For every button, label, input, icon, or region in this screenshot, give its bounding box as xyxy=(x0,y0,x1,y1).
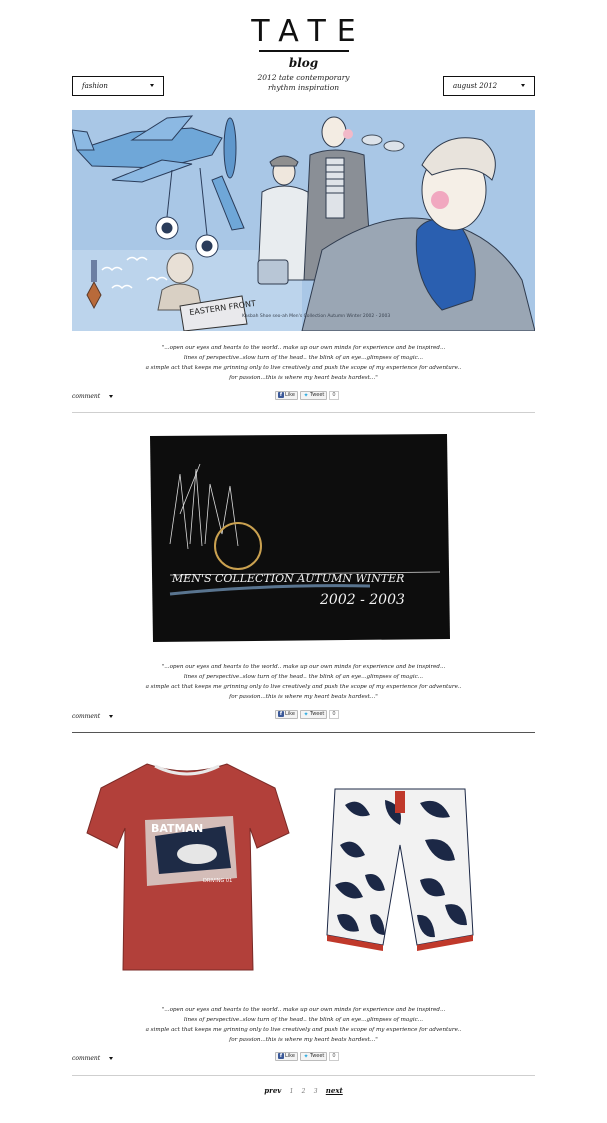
post-shorts-image[interactable] xyxy=(325,785,475,970)
post-2-comment-toggle[interactable]: comment xyxy=(72,713,114,720)
like-label: Like xyxy=(285,392,295,398)
post-1-share-bar: f Like ✦ Tweet 0 xyxy=(275,390,339,400)
facebook-like-button[interactable]: f Like xyxy=(275,1051,298,1061)
floral-shorts xyxy=(326,788,474,951)
facebook-like-button[interactable]: f Like xyxy=(275,709,298,719)
tweet-button[interactable]: ✦ Tweet xyxy=(299,390,328,400)
post-3-comment-toggle[interactable]: comment xyxy=(72,1055,114,1062)
archive-date-dropdown[interactable]: august 2012 xyxy=(443,76,535,96)
post-collection-card-image[interactable]: MEN'S COLLECTION AUTUMN WINTER 2002 - 20… xyxy=(150,434,450,642)
prev-page-link[interactable]: prev xyxy=(264,1086,281,1095)
quote-line-4: for passion...this is where my heart bea… xyxy=(229,694,378,700)
twitter-bird-icon: ✦ xyxy=(303,1052,309,1060)
page-link-2[interactable]: 2 xyxy=(302,1088,306,1095)
shorts-drawstring-tab xyxy=(395,791,405,813)
card-collection-text: MEN'S COLLECTION AUTUMN WINTER xyxy=(171,572,404,585)
post-2-quote: "...open our eyes and hearts to the worl… xyxy=(0,662,607,702)
comment-label: comment xyxy=(72,1055,101,1062)
quote-line-4: for passion...this is where my heart bea… xyxy=(229,375,378,381)
post-3-share-bar: f Like ✦ Tweet 0 xyxy=(275,1051,339,1061)
chevron-down-icon xyxy=(521,84,525,87)
chevron-down-icon xyxy=(109,395,114,398)
tweet-count: 0 xyxy=(329,390,339,400)
quote-line-1: "...open our eyes and hearts to the worl… xyxy=(161,664,446,670)
next-page-link[interactable]: next xyxy=(326,1086,343,1095)
page-link-1[interactable]: 1 xyxy=(290,1088,294,1095)
facebook-icon: f xyxy=(278,1053,284,1059)
tshirt-print-title: BATMAN xyxy=(151,822,203,835)
post-3-quote: "...open our eyes and hearts to the worl… xyxy=(0,1005,607,1045)
like-label: Like xyxy=(285,1053,295,1059)
facebook-like-button[interactable]: f Like xyxy=(275,390,298,400)
card-season-years: 2002 - 2003 xyxy=(319,592,405,608)
like-label: Like xyxy=(285,711,295,717)
logo-underline xyxy=(259,50,349,52)
tweet-count: 0 xyxy=(329,1051,339,1061)
chevron-down-icon xyxy=(109,715,114,718)
post-divider xyxy=(72,412,535,413)
site-logo[interactable]: TATE xyxy=(0,14,607,49)
post-illustration-image[interactable]: EASTERN FRONT Kasbah Shoe seo-ah Men's C… xyxy=(72,110,535,331)
facebook-icon: f xyxy=(278,392,284,398)
post-tshirt-image[interactable]: BATMAN DRIVING 01 xyxy=(85,758,290,978)
archive-date-value: august 2012 xyxy=(453,82,498,90)
quote-line-2: lines of perspective..slow turn of the h… xyxy=(183,674,424,680)
post-1-comment-toggle[interactable]: comment xyxy=(72,393,114,400)
tweet-label: Tweet xyxy=(309,392,325,398)
chevron-down-icon xyxy=(109,1057,114,1060)
page-link-3[interactable]: 3 xyxy=(314,1088,318,1095)
tweet-button[interactable]: ✦ Tweet xyxy=(299,1051,328,1061)
batman-tshirt: BATMAN DRIVING 01 xyxy=(86,763,290,971)
tweet-label: Tweet xyxy=(309,711,325,717)
post-divider xyxy=(72,1075,535,1076)
twitter-bird-icon: ✦ xyxy=(303,391,309,399)
blog-title[interactable]: blog xyxy=(0,56,607,70)
category-dropdown[interactable]: fashion xyxy=(72,76,164,96)
quote-line-4: for passion...this is where my heart bea… xyxy=(229,1037,378,1043)
quote-line-3: a simple act that keeps me grinning only… xyxy=(145,684,462,690)
batman-print: BATMAN DRIVING 01 xyxy=(145,816,237,886)
category-dropdown-value: fashion xyxy=(82,82,108,90)
quote-line-3: a simple act that keeps me grinning only… xyxy=(145,1027,462,1033)
tweet-button[interactable]: ✦ Tweet xyxy=(299,709,328,719)
pagination: prev 1 2 3 next xyxy=(0,1086,607,1095)
post-2-share-bar: f Like ✦ Tweet 0 xyxy=(275,709,339,719)
facebook-icon: f xyxy=(278,711,284,717)
quote-line-2: lines of perspective..slow turn of the h… xyxy=(183,1017,424,1023)
quote-line-1: "...open our eyes and hearts to the worl… xyxy=(161,345,446,351)
quote-line-1: "...open our eyes and hearts to the worl… xyxy=(161,1007,446,1013)
twitter-bird-icon: ✦ xyxy=(303,710,309,718)
fashion-illustration: EASTERN FRONT Kasbah Shoe seo-ah Men's C… xyxy=(72,110,535,331)
card-background xyxy=(150,434,450,642)
collection-card: MEN'S COLLECTION AUTUMN WINTER 2002 - 20… xyxy=(150,434,450,642)
chevron-down-icon xyxy=(150,84,154,87)
quote-line-2: lines of perspective..slow turn of the h… xyxy=(183,355,424,361)
quote-line-3: a simple act that keeps me grinning only… xyxy=(145,365,462,371)
comment-label: comment xyxy=(72,713,101,720)
tshirt-print-subtitle: DRIVING 01 xyxy=(203,878,232,884)
comment-label: comment xyxy=(72,393,101,400)
illustration-credit: Kasbah Shoe seo-ah Men's Collection Autu… xyxy=(242,313,390,319)
post-1-quote: "...open our eyes and hearts to the worl… xyxy=(0,343,607,383)
tweet-label: Tweet xyxy=(309,1053,325,1059)
post-divider xyxy=(72,732,535,733)
tweet-count: 0 xyxy=(329,709,339,719)
